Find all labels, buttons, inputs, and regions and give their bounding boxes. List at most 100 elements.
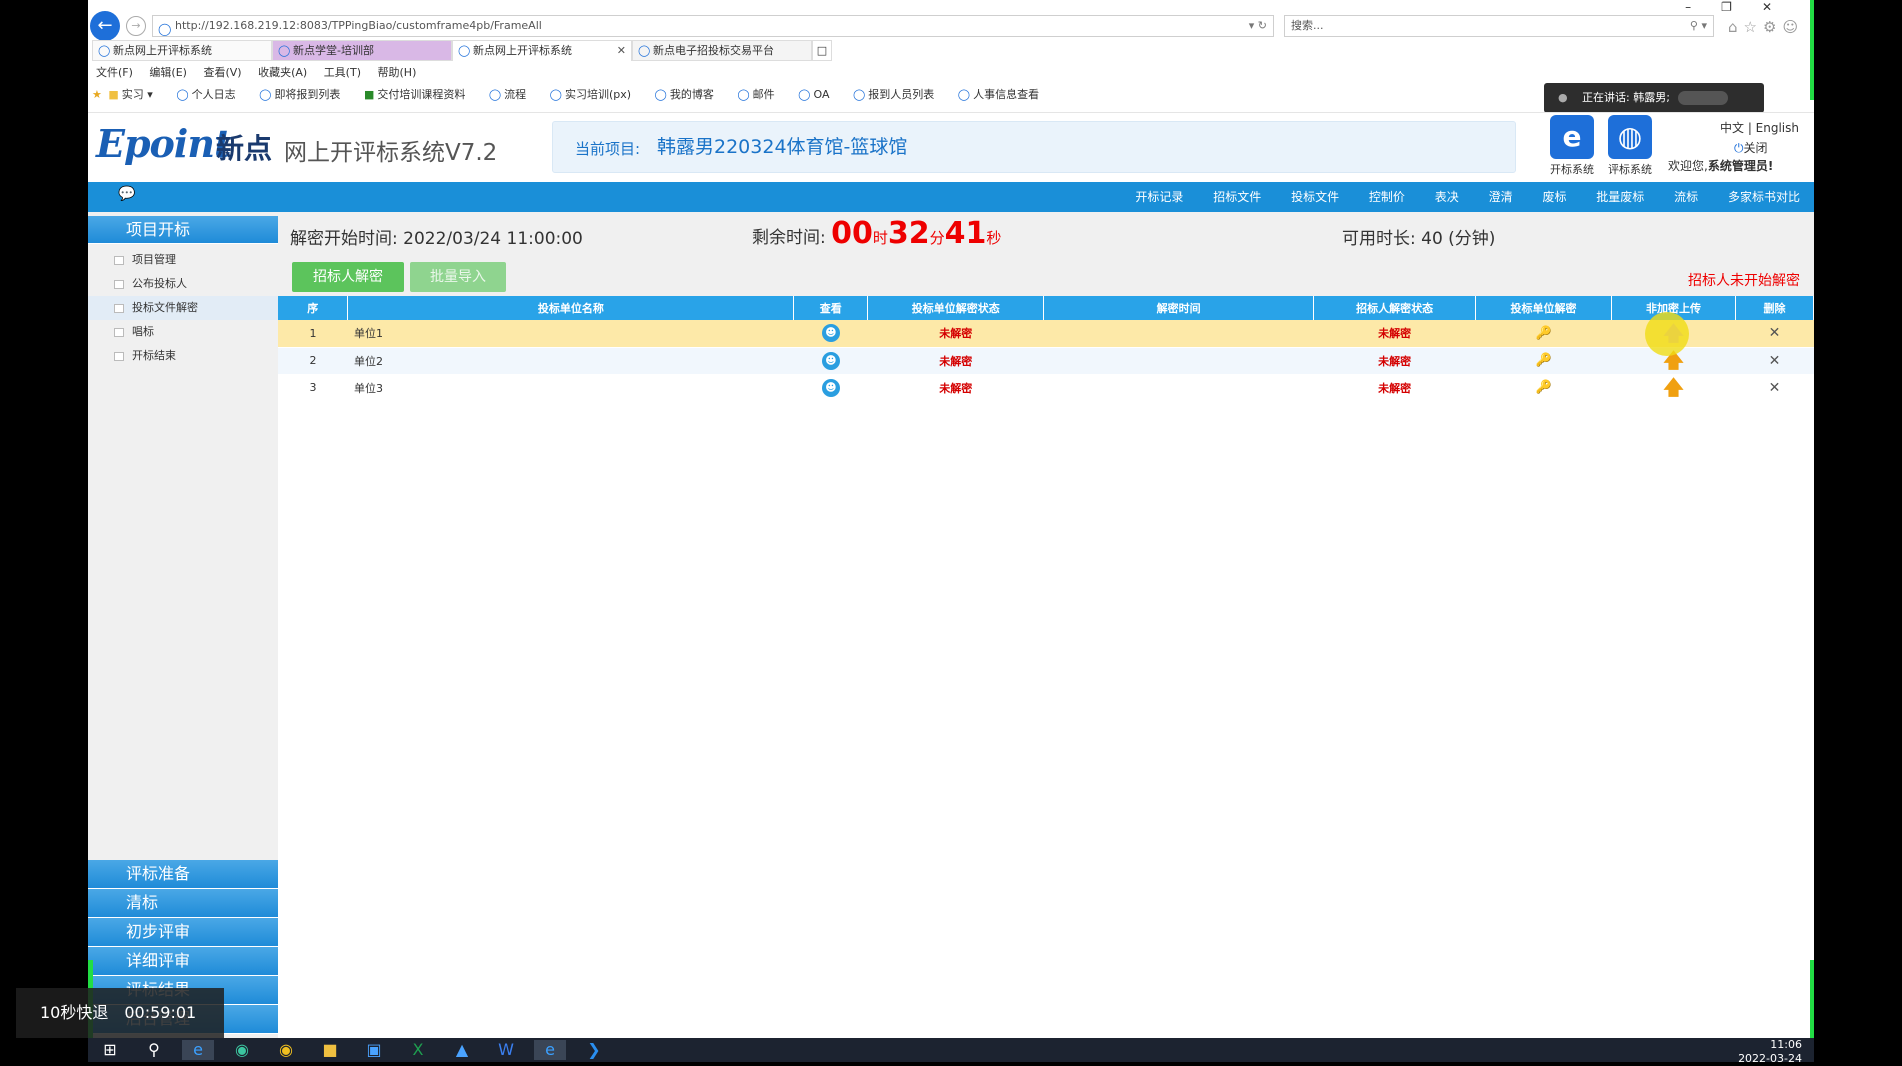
page-icon: ◯ [798,88,811,101]
sidebar-section[interactable]: 清标 [88,889,278,918]
tenderer-decrypt-button[interactable]: 招标人解密 [292,262,404,292]
sidebar-item[interactable]: 唱标 [88,320,278,344]
sidebar-item-active[interactable]: 投标文件解密 [88,296,278,320]
user-view-icon[interactable]: ☻ [821,324,840,343]
table-row[interactable]: 2 单位2 ☻ 未解密 未解密 🔑 🡅 ✕ [278,347,1814,375]
key-icon[interactable]: 🔑 [1535,326,1551,341]
checkbox-icon [114,352,124,361]
windows-start-icon[interactable]: ⊞ [94,1040,126,1060]
refresh-icon[interactable]: ▾ ↻ [1249,16,1267,36]
favorite-link[interactable]: ◯ 个人日志 [176,88,245,101]
key-icon[interactable]: 🔑 [1535,353,1551,368]
menu-item[interactable]: 收藏夹(A) [258,66,307,79]
menu-item[interactable]: 帮助(H) [378,66,417,79]
nav-item[interactable]: 表决 [1435,190,1459,204]
minimize-icon[interactable]: – [1685,0,1721,14]
menu-item[interactable]: 查看(V) [203,66,241,79]
vscode-icon[interactable]: ❯ [578,1040,610,1060]
edge-icon[interactable]: ◉ [226,1040,258,1060]
browser-tab-active[interactable]: ◯ 新点网上开评标系统 ✕ [452,40,632,61]
menu-item[interactable]: 工具(T) [324,66,361,79]
delete-x-icon[interactable]: ✕ [1769,325,1781,341]
bidder-name: 单位1 [347,320,794,348]
delete-x-icon[interactable]: ✕ [1769,353,1781,369]
batch-import-button[interactable]: 批量导入 [410,262,506,292]
favorite-link[interactable]: ◯ OA [798,88,839,101]
upload-arrow-icon[interactable]: 🡅 [1663,375,1684,399]
nav-item[interactable]: 控制价 [1369,190,1405,204]
language-switch[interactable]: 中文 | English [1720,119,1799,136]
search-input[interactable]: 搜索... ⚲ ▾ [1284,15,1714,37]
bid-opening-system-button[interactable]: e 开标系统 [1546,115,1598,177]
chat-bubble-icon[interactable]: 💬 [118,186,135,202]
browser-tab[interactable]: ◯ 新点电子招投标交易平台 [632,40,812,61]
favorite-link[interactable]: ◯ 报到人员列表 [853,88,944,101]
smiley-icon[interactable]: ☺ [1782,18,1804,36]
forward-arrow-icon[interactable]: → [126,16,146,36]
search-icon[interactable]: ⚲ [138,1040,170,1060]
favorite-link[interactable]: ◯ 即将报到列表 [259,88,350,101]
new-tab-icon[interactable]: □ [812,40,832,61]
favorites-star-icon[interactable]: ★ [92,88,102,101]
tab-close-icon[interactable]: ✕ [617,41,626,60]
favorite-link[interactable]: ■ 交付培训课程资料 [364,88,475,101]
table-row[interactable]: 1 单位1 ☻ 未解密 未解密 🔑 🡅 ✕ [278,320,1814,348]
home-icon[interactable]: ⌂ [1728,18,1744,36]
favorite-link[interactable]: ◯ 我的博客 [655,88,724,101]
user-view-icon[interactable]: ☻ [821,351,840,370]
nav-item[interactable]: 流标 [1674,190,1698,204]
logout-link[interactable]: ⏻关闭 [1734,139,1768,156]
store-icon[interactable]: ▣ [358,1040,390,1060]
restore-icon[interactable]: ❐ [1721,0,1762,14]
view-cell: ☻ [793,320,868,348]
ie-e-icon: e [1550,115,1594,159]
favorite-link[interactable]: ◯ 流程 [489,88,536,101]
folder-icon[interactable]: ■ [314,1040,346,1060]
nav-item[interactable]: 澄清 [1489,190,1513,204]
back-arrow-icon[interactable]: ← [90,11,120,41]
page-icon: ◯ [488,88,502,101]
star-icon[interactable]: ☆ [1744,18,1763,36]
sidebar-item[interactable]: 项目管理 [88,248,278,272]
chrome-icon[interactable]: ◉ [270,1040,302,1060]
excel-icon[interactable]: X [402,1040,434,1060]
nav-item[interactable]: 多家标书对比 [1728,190,1800,204]
photos-icon[interactable]: ▲ [446,1040,478,1060]
sidebar-section[interactable]: 详细评审 [88,947,278,976]
nav-item[interactable]: 批量废标 [1596,190,1644,204]
favorite-link[interactable]: ◯ 人事信息查看 [958,88,1049,101]
url-input[interactable]: ◯ http://192.168.219.12:8083/TPPingBiao/… [152,15,1274,37]
menu-item[interactable]: 文件(F) [96,66,133,79]
nav-item[interactable]: 投标文件 [1291,190,1339,204]
favorite-link[interactable]: ◯ 实习培训(px) [550,88,641,101]
sidebar-section[interactable]: 初步评审 [88,918,278,947]
sidebar-section-bid-opening[interactable]: 项目开标 [88,216,278,244]
favorite-link[interactable]: ◯ 邮件 [737,88,784,101]
browser-tab[interactable]: ◯ 新点学堂-培训部 [272,40,452,61]
nav-item[interactable]: 招标文件 [1213,190,1261,204]
browser-tab[interactable]: ◯ 新点网上开评标系统 [92,40,272,61]
word-icon[interactable]: W [490,1040,522,1060]
sidebar-item-label: 唱标 [132,325,154,338]
close-window-icon[interactable]: ✕ [1762,0,1802,14]
favorite-folder[interactable]: ■ 实习 ▾ [108,88,162,101]
nav-item[interactable]: 废标 [1542,190,1566,204]
playback-time: 00:59:01 [124,1003,197,1022]
ie-window-icon[interactable]: e [534,1040,566,1060]
menu-bar: 文件(F) 编辑(E) 查看(V) 收藏夹(A) 工具(T) 帮助(H) [96,64,429,82]
delete-x-icon[interactable]: ✕ [1769,380,1781,396]
key-icon[interactable]: 🔑 [1535,380,1551,395]
bid-evaluation-system-button[interactable]: ◍ 评标系统 [1604,115,1656,177]
gear-icon[interactable]: ⚙ [1763,18,1782,36]
sidebar-item[interactable]: 开标结束 [88,344,278,368]
sidebar-section[interactable]: 评标准备 [88,860,278,889]
favorite-label: 邮件 [752,88,775,101]
page-icon: ◯ [259,88,272,101]
menu-item[interactable]: 编辑(E) [149,66,187,79]
table-row[interactable]: 3 单位3 ☻ 未解密 未解密 🔑 🡅 ✕ [278,374,1814,402]
user-view-icon[interactable]: ☻ [821,378,840,397]
ie-taskbar-icon[interactable]: e [182,1040,214,1060]
search-icon[interactable]: ⚲ ▾ [1690,16,1707,36]
sidebar-item[interactable]: 公布投标人 [88,272,278,296]
nav-item[interactable]: 开标记录 [1135,190,1183,204]
